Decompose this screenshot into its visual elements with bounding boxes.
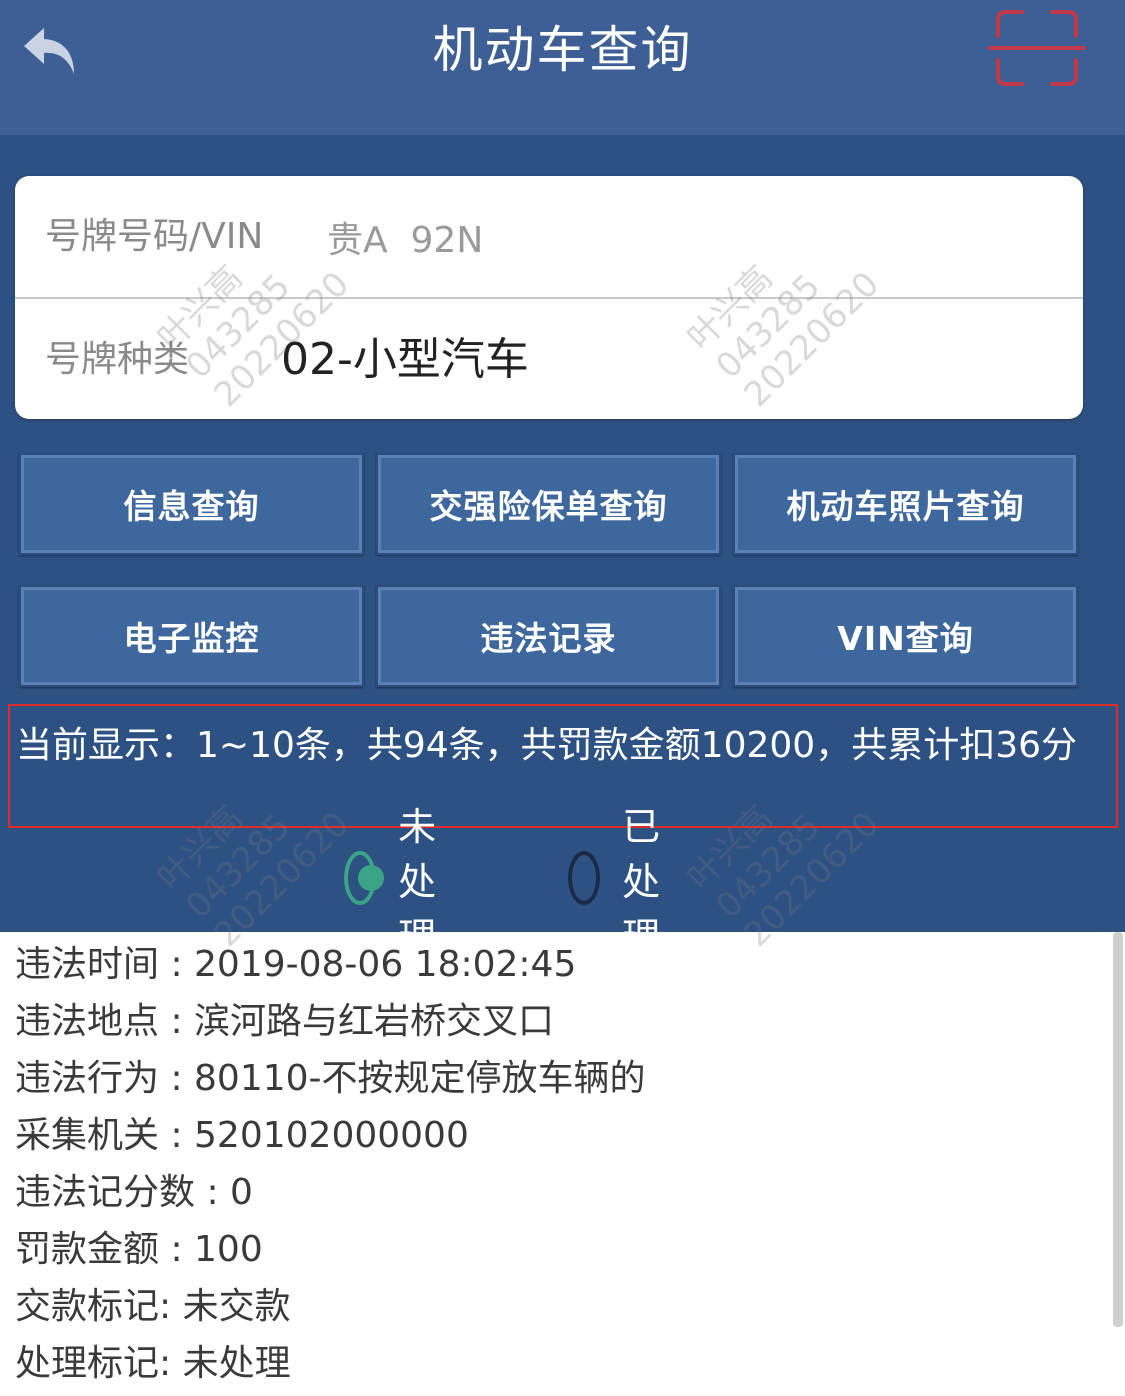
result-summary: 当前显示：1~10条，共94条，共罚款金额10200，共累计扣36分 <box>8 704 1118 828</box>
processed-radio[interactable]: 已处理 <box>568 805 682 959</box>
collecting-agency: 采集机关 : 520102000000 <box>15 1115 469 1156</box>
monitoring-button[interactable]: 电子监控 <box>19 585 364 687</box>
plate-type-label: 号牌种类 <box>45 339 190 380</box>
plate-row: 号牌号码/VIN <box>15 176 1083 299</box>
process-status: 处理标记: 未处理 <box>15 1343 291 1384</box>
violation-location: 违法地点 : 滨河路与红岩桥交叉口 <box>15 1001 555 1042</box>
violation-points: 违法记分数 : 0 <box>15 1172 253 1213</box>
info-query-button[interactable]: 信息查询 <box>19 453 364 555</box>
violation-time: 违法时间 : 2019-08-06 18:02:45 <box>15 944 577 985</box>
radio-unselected-icon <box>568 851 601 905</box>
unprocessed-radio[interactable]: 未处理 <box>344 805 458 959</box>
scan-icon[interactable] <box>988 6 1086 90</box>
plate-type-select[interactable]: 02-小型汽车 <box>281 299 529 419</box>
violation-behavior: 违法行为 : 80110-不按规定停放车辆的 <box>15 1058 646 1099</box>
plate-type-row[interactable]: 号牌种类 02-小型汽车 <box>15 299 1083 419</box>
fine-amount: 罚款金额 : 100 <box>15 1229 263 1270</box>
plate-number-input[interactable] <box>327 207 747 267</box>
photo-query-button[interactable]: 机动车照片查询 <box>733 453 1078 555</box>
violation-records-button[interactable]: 违法记录 <box>376 585 721 687</box>
plate-label: 号牌号码/VIN <box>45 216 264 257</box>
radio-selected-icon <box>344 851 385 905</box>
violation-record[interactable]: 违法时间 : 2019-08-06 18:02:45 违法地点 : 滨河路与红岩… <box>15 936 1105 1392</box>
vin-query-button[interactable]: VIN查询 <box>733 585 1078 687</box>
insurance-query-button[interactable]: 交强险保单查询 <box>376 453 721 555</box>
query-form: 号牌号码/VIN 号牌种类 02-小型汽车 <box>15 176 1083 419</box>
payment-status: 交款标记: 未交款 <box>15 1286 291 1327</box>
app-header: 机动车查询 <box>0 0 1125 135</box>
query-panel: 号牌号码/VIN 号牌种类 02-小型汽车 信息查询 交强险保单查询 机动车照片… <box>0 135 1125 959</box>
scrollbar[interactable] <box>1113 932 1123 1327</box>
page-title: 机动车查询 <box>432 21 693 79</box>
